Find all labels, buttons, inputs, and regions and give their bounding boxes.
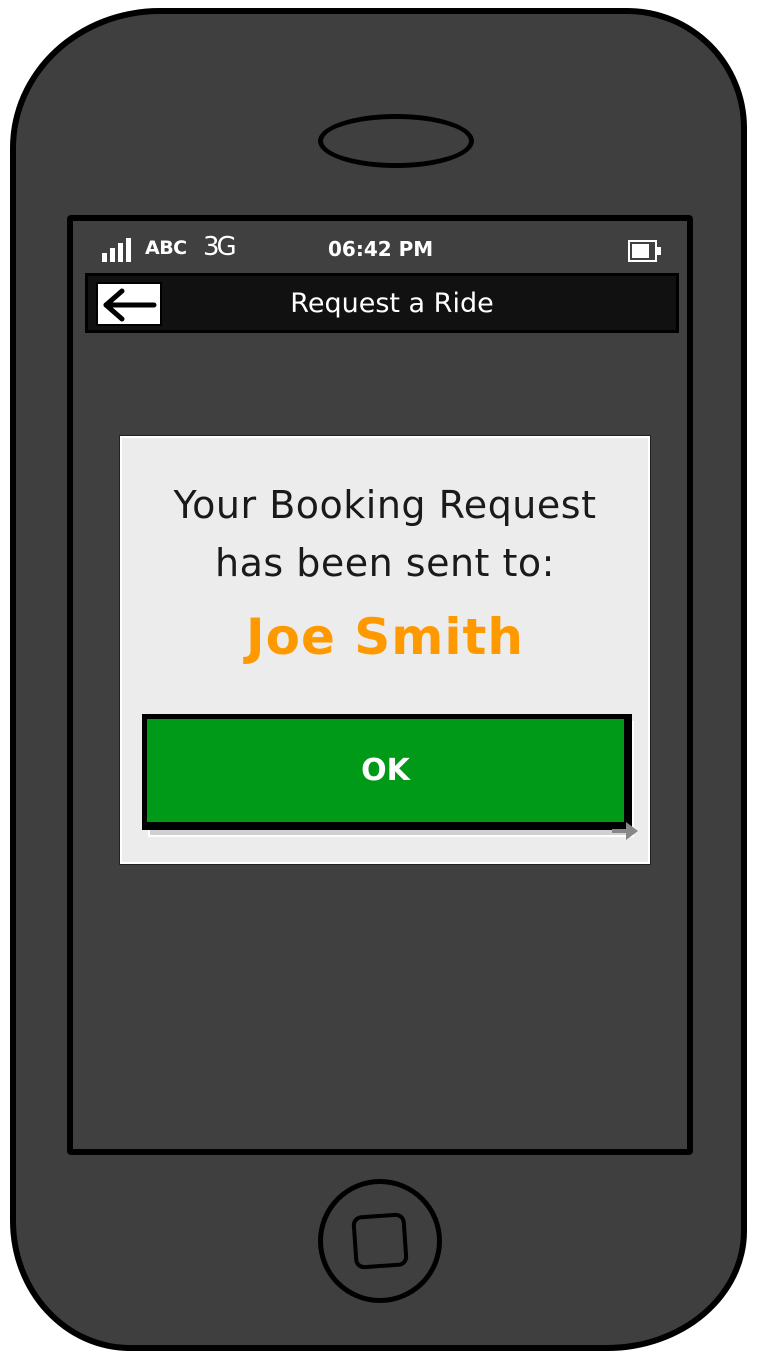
- status-bar: ABC 3G 06:42 PM: [73, 221, 687, 277]
- link-arrow-icon: [612, 822, 638, 840]
- signal-bars-icon: [102, 238, 131, 262]
- page-title: Request a Ride: [290, 288, 494, 319]
- ok-button[interactable]: OK: [142, 714, 632, 830]
- confirmation-message: Your Booking Request has been sent to:: [122, 476, 648, 592]
- wireframe-canvas: ABC 3G 06:42 PM Request a Ride Your Book…: [0, 0, 757, 1359]
- message-line-1: Your Booking Request: [173, 483, 597, 527]
- battery-icon: [628, 240, 661, 262]
- message-line-2: has been sent to:: [215, 541, 555, 585]
- network-type: 3G: [203, 232, 237, 262]
- home-square-icon: [351, 1212, 409, 1270]
- ok-button-label: OK: [361, 753, 410, 788]
- phone-screen: ABC 3G 06:42 PM Request a Ride Your Book…: [67, 215, 693, 1155]
- carrier-label: ABC: [145, 237, 187, 259]
- status-time: 06:42 PM: [328, 237, 434, 261]
- driver-name: Joe Smith: [245, 608, 525, 666]
- home-button[interactable]: [318, 1179, 442, 1303]
- earpiece-speaker: [318, 114, 474, 168]
- navigation-bar: Request a Ride: [85, 273, 679, 333]
- booking-confirmation-dialog: Your Booking Request has been sent to: J…: [120, 436, 650, 864]
